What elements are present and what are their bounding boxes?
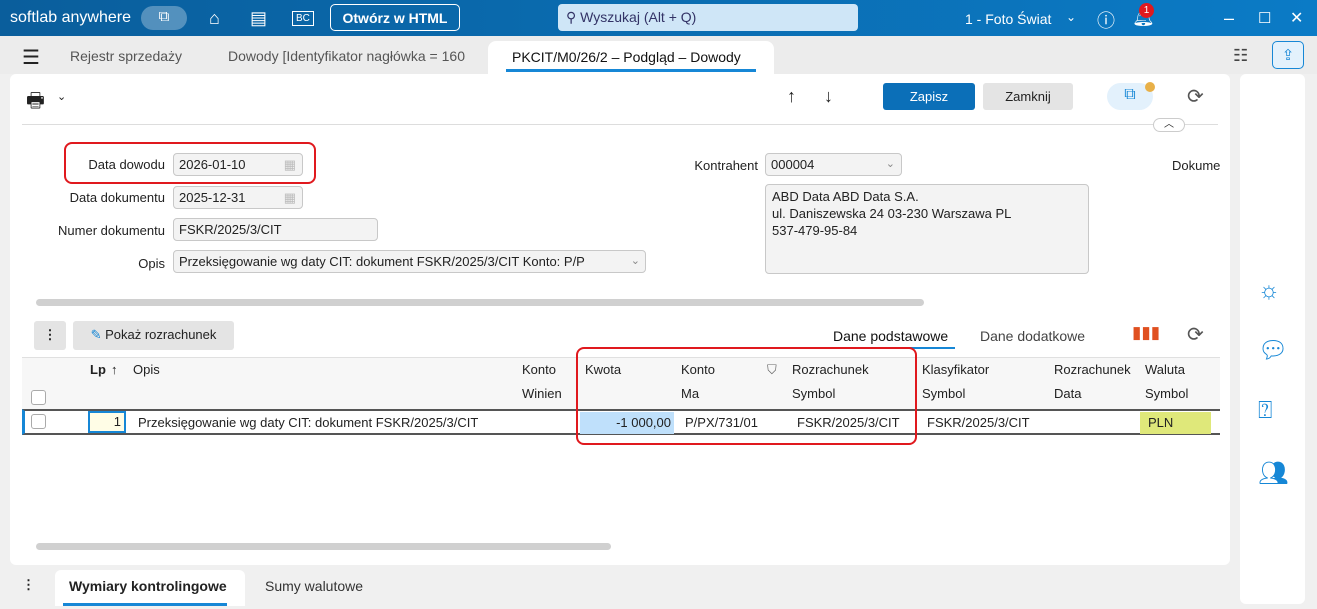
search-icon: ⚲ (566, 9, 581, 25)
open-html-button[interactable]: Otwórz w HTML (330, 4, 460, 31)
printer-icon[interactable]: 🖶︎ (26, 86, 45, 120)
numer-label: Numer dokumentu (58, 223, 165, 238)
divider (22, 124, 1218, 125)
chat-icon[interactable]: 💬︎ (1258, 336, 1288, 365)
chevron-down-icon[interactable]: ⌄ (631, 254, 640, 267)
help-icon[interactable]: ⓘ (1097, 7, 1115, 33)
share-icon[interactable]: ⇪ (1272, 41, 1304, 69)
address-box: ABD Data ABD Data S.A. ul. Daniszewska 2… (765, 184, 1089, 274)
tab-dane-podstawowe[interactable]: Dane podstawowe (833, 328, 948, 344)
active-tab-indicator (506, 69, 756, 72)
dokument-label: Dokume (1172, 158, 1221, 173)
header-konto-winien[interactable]: Konto (522, 358, 556, 382)
search-input[interactable]: ⚲ Wyszukaj (Alt + Q) (558, 4, 858, 31)
news-icon[interactable]: ▤ (250, 8, 267, 29)
tab-sumy-walutowe[interactable]: Sumy walutowe (265, 578, 363, 594)
help-chat-icon[interactable]: ⍰ (1258, 397, 1272, 425)
bottom-tabs: ⋮ Wymiary kontrolingowe Sumy walutowe (0, 565, 1240, 609)
tab-dane-dodatkowe[interactable]: Dane dodatkowe (980, 328, 1085, 344)
row-checkbox[interactable] (31, 414, 46, 429)
arrow-down-icon[interactable]: ↓ (824, 86, 833, 107)
cell-opis[interactable]: Przeksięgowanie wg daty CIT: dokument FS… (138, 412, 478, 434)
collapse-icon[interactable]: ︿ (1153, 118, 1185, 132)
opis-label: Opis (138, 256, 165, 271)
header-klasyfikator[interactable]: Klasyfikator (922, 358, 989, 382)
menu-icon[interactable]: ☰ (22, 45, 40, 70)
cell-waluta[interactable]: PLN (1140, 412, 1211, 434)
close-button[interactable]: Zamknij (983, 83, 1073, 110)
more-icon[interactable]: ⋮ (22, 577, 35, 593)
chevron-down-icon[interactable]: ⌄ (886, 157, 895, 170)
edit-icon: ✎ (90, 327, 106, 342)
save-button[interactable]: Zapisz (883, 83, 975, 110)
opis-field[interactable]: Przeksięgowanie wg daty CIT: dokument FS… (173, 250, 646, 273)
data-dowodu-label: Data dowodu (88, 157, 165, 172)
header-waluta[interactable]: Waluta (1145, 358, 1185, 382)
kontrahent-label: Kontrahent (694, 158, 758, 173)
data-dowodu-field[interactable]: 2026-01-10 ▦ (173, 153, 303, 176)
close-icon[interactable]: ✕ (1290, 8, 1303, 28)
cell-lp[interactable]: 1 (88, 411, 126, 433)
notification-badge: 1 (1139, 3, 1154, 18)
bc-icon[interactable]: BC (292, 11, 314, 26)
refresh-icon[interactable]: ⟳ (1187, 322, 1204, 347)
highlight-box (576, 347, 917, 445)
tab-podglad[interactable]: PKCIT/M0/26/2 – Podgląd – Dowody (488, 41, 774, 74)
layers-button[interactable]: ⧉ (141, 6, 187, 30)
show-settlement-button[interactable]: ✎ Pokaż rozrachunek (73, 321, 234, 350)
tab-rejestr[interactable]: Rejestr sprzedaży (70, 48, 182, 64)
list-icon[interactable]: ☷ (1233, 46, 1248, 66)
right-sidebar: ☼ 💬︎ ⍰ 👥︎ (1240, 74, 1305, 604)
data-dokumentu-field[interactable]: 2025-12-31 ▦ (173, 186, 303, 209)
top-bar: softlab anywhere ⧉ ⌂ ▤ BC Otwórz w HTML … (0, 0, 1317, 36)
support-icon[interactable]: 👥︎ (1258, 459, 1288, 488)
active-tab-indicator (63, 603, 227, 606)
more-options-button[interactable]: ⋮ (34, 321, 66, 350)
company-selector[interactable]: 1 - Foto Świat (965, 11, 1051, 27)
home-icon[interactable]: ⌂ (209, 8, 220, 29)
data-dokumentu-label: Data dokumentu (69, 190, 165, 205)
tab-bar: ☰ Rejestr sprzedaży Dowody [Identyfikato… (0, 36, 1317, 74)
chevron-down-icon[interactable]: ⌄ (57, 90, 66, 103)
numer-field[interactable]: FSKR/2025/3/CIT (173, 218, 378, 241)
calendar-icon[interactable]: ▦ (284, 157, 296, 173)
refresh-icon[interactable]: ⟳ (1187, 84, 1204, 109)
minimize-icon[interactable]: – (1224, 8, 1234, 29)
header-opis[interactable]: Opis (133, 358, 160, 382)
tab-dowody[interactable]: Dowody [Identyfikator nagłówka = 160 (228, 48, 476, 64)
maximize-icon[interactable]: ☐ (1258, 9, 1271, 27)
grid-scrollbar[interactable] (36, 543, 611, 550)
chart-icon[interactable]: ▮▮▮ (1132, 323, 1160, 343)
select-all-checkbox[interactable] (31, 390, 46, 405)
sort-asc-icon[interactable]: ↑ (111, 358, 118, 382)
cell-klasyfikator[interactable]: FSKR/2025/3/CIT (927, 412, 1030, 434)
horizontal-scrollbar[interactable] (36, 299, 924, 306)
header-rozrachunek-data[interactable]: Rozrachunek (1054, 358, 1131, 382)
chevron-down-icon[interactable]: ⌄ (1066, 10, 1076, 24)
tab-wymiary[interactable]: Wymiary kontrolingowe (55, 570, 245, 606)
header-lp[interactable]: Lp (90, 358, 106, 382)
status-dot (1145, 82, 1155, 92)
lightbulb-icon[interactable]: ☼ (1258, 277, 1280, 305)
calendar-icon[interactable]: ▦ (284, 190, 296, 206)
arrow-up-icon[interactable]: ↑ (787, 86, 796, 107)
kontrahent-field[interactable]: 000004 ⌄ (765, 153, 902, 176)
app-logo: softlab anywhere (10, 9, 131, 26)
